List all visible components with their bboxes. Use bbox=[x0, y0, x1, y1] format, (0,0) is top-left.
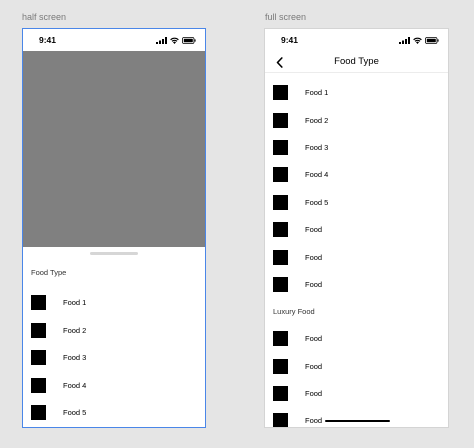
wifi-icon bbox=[170, 37, 179, 44]
food-thumbnail bbox=[31, 350, 46, 366]
signal-icon bbox=[399, 36, 410, 44]
food-thumbnail bbox=[273, 222, 288, 238]
list-item-label: Food 4 bbox=[305, 170, 329, 180]
food-thumbnail bbox=[273, 139, 288, 155]
half-screen-frame-label: half screen bbox=[22, 12, 67, 22]
food-list: Food 1 Food 2 Food 3 Food 4 Food 5 Food … bbox=[265, 79, 448, 298]
list-item[interactable]: Food 3 bbox=[23, 344, 205, 372]
list-item[interactable]: Food bbox=[265, 243, 448, 270]
list-item-label: Food bbox=[305, 252, 323, 262]
food-thumbnail bbox=[273, 358, 288, 374]
bottom-sheet: Food Type Food 1 Food 2 Food 3 Food 4 Fo… bbox=[23, 252, 205, 428]
food-thumbnail bbox=[273, 167, 288, 183]
list-item[interactable]: Food 2 bbox=[265, 106, 448, 133]
status-bar: 9:41 bbox=[265, 29, 448, 51]
list-item[interactable]: Food 5 bbox=[265, 189, 448, 216]
battery-icon bbox=[425, 36, 439, 44]
food-thumbnail bbox=[273, 331, 288, 347]
list-item-label: Food 5 bbox=[305, 197, 329, 207]
full-screen-frame-label: full screen bbox=[265, 12, 307, 22]
food-thumbnail bbox=[273, 276, 288, 292]
half-screen-phone: 9:41 Food Type Food 1 Food 2 Food 3 Food… bbox=[22, 28, 206, 428]
list-item-label: Food bbox=[305, 361, 323, 371]
sheet-title: Food Type bbox=[31, 268, 67, 277]
home-indicator bbox=[325, 419, 390, 422]
wifi-icon bbox=[413, 37, 422, 44]
list-item[interactable]: Food bbox=[265, 216, 448, 243]
food-thumbnail bbox=[31, 377, 46, 393]
list-item[interactable]: Food 1 bbox=[23, 289, 205, 317]
list-item[interactable]: Food bbox=[265, 380, 448, 407]
food-thumbnail bbox=[273, 249, 288, 265]
list-item-label: Food 1 bbox=[305, 88, 329, 98]
list-item[interactable]: Food 2 bbox=[23, 317, 205, 345]
status-time: 9:41 bbox=[281, 35, 299, 45]
list-item-label: Food bbox=[305, 279, 323, 289]
section-header-luxury-food: Luxury Food bbox=[273, 307, 315, 317]
status-bar: 9:41 bbox=[23, 29, 205, 51]
page-title: Food Type bbox=[334, 56, 379, 67]
list-item-label: Food 3 bbox=[63, 353, 87, 363]
full-screen-phone: 9:41 Food Type Food 1 Food 2 Food 3 Food… bbox=[264, 28, 449, 428]
status-icons bbox=[399, 36, 439, 44]
food-thumbnail bbox=[31, 295, 46, 311]
food-thumbnail bbox=[273, 413, 288, 427]
list-item[interactable]: Food 1 bbox=[265, 79, 448, 106]
list-item[interactable]: Food bbox=[265, 271, 448, 298]
list-item-partial[interactable] bbox=[23, 427, 205, 428]
back-button[interactable] bbox=[271, 54, 287, 70]
list-item-label: Food bbox=[305, 334, 323, 344]
list-item[interactable]: Food 4 bbox=[265, 161, 448, 188]
list-item[interactable]: Food bbox=[265, 353, 448, 380]
list-item[interactable]: Food bbox=[265, 325, 448, 352]
list-item-label: Food 2 bbox=[305, 115, 329, 125]
navigation-bar: Food Type bbox=[265, 51, 448, 73]
battery-icon bbox=[182, 36, 196, 44]
dimmed-backdrop[interactable] bbox=[23, 51, 205, 247]
list-item-label: Food 5 bbox=[63, 408, 87, 418]
list-item-label: Food bbox=[305, 416, 323, 426]
food-thumbnail bbox=[31, 322, 46, 338]
list-item-label: Food bbox=[305, 389, 323, 399]
food-thumbnail bbox=[273, 386, 288, 402]
chevron-left-icon bbox=[276, 56, 283, 68]
list-item[interactable]: Food 5 bbox=[23, 399, 205, 427]
luxury-food-list: Food Food Food Food bbox=[265, 325, 448, 427]
list-item[interactable]: Food 4 bbox=[23, 372, 205, 400]
status-time: 9:41 bbox=[39, 35, 57, 45]
list-item-label: Food bbox=[305, 225, 323, 235]
list-item[interactable]: Food 3 bbox=[265, 134, 448, 161]
food-thumbnail bbox=[31, 405, 46, 421]
list-item-label: Food 2 bbox=[63, 325, 87, 335]
signal-icon bbox=[156, 36, 167, 44]
food-list: Food 1 Food 2 Food 3 Food 4 Food 5 bbox=[23, 289, 205, 428]
list-item[interactable]: Food bbox=[265, 407, 448, 427]
list-item-label: Food 4 bbox=[63, 380, 87, 390]
list-item-label: Food 1 bbox=[63, 298, 87, 308]
food-thumbnail bbox=[273, 85, 288, 101]
food-thumbnail bbox=[273, 112, 288, 128]
list-item-label: Food 3 bbox=[305, 142, 329, 152]
food-thumbnail bbox=[273, 194, 288, 210]
status-icons bbox=[156, 36, 196, 44]
sheet-grabber-handle[interactable] bbox=[90, 252, 138, 255]
